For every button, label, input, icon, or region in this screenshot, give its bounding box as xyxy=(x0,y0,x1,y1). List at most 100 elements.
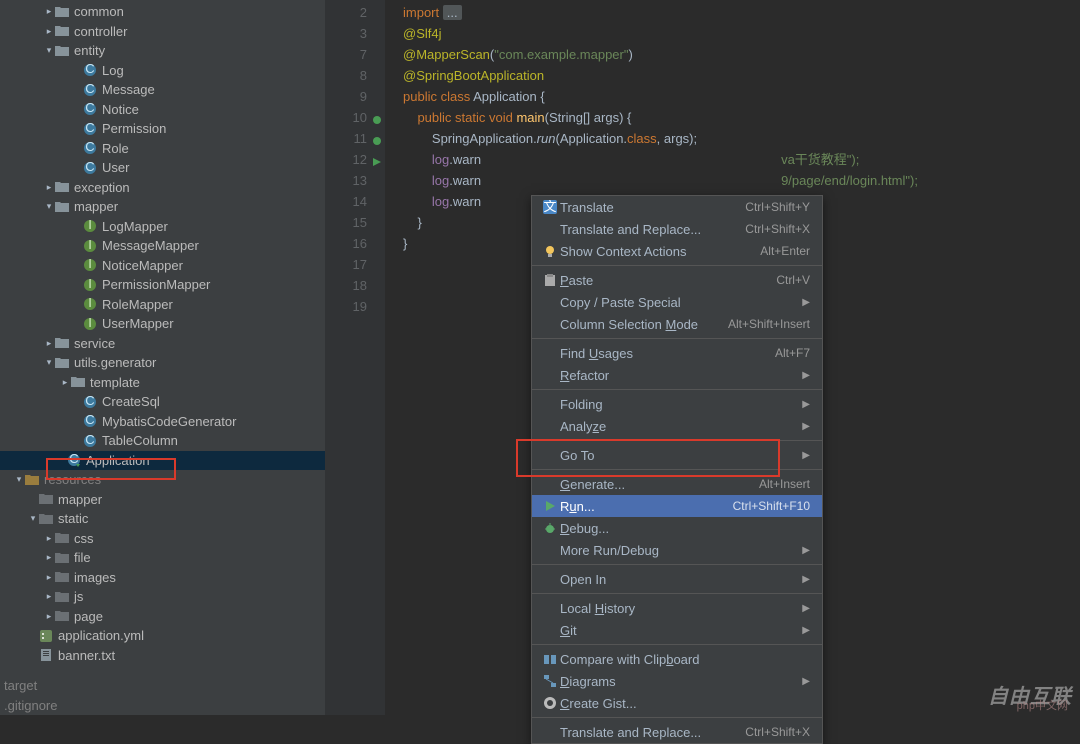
tree-item-common[interactable]: ▸common xyxy=(0,2,325,22)
tree-item-banner-txt[interactable]: banner.txt xyxy=(0,646,325,666)
folder-icon xyxy=(54,179,70,195)
menu-translate[interactable]: 文TranslateCtrl+Shift+Y xyxy=(532,196,822,218)
expand-arrow[interactable]: ▸ xyxy=(44,178,54,198)
menu-run[interactable]: Run...Ctrl+Shift+F10 xyxy=(532,495,822,517)
menu-copy-paste-special[interactable]: Copy / Paste Special▶ xyxy=(532,291,822,313)
svg-text:I: I xyxy=(88,316,92,330)
tree-item-usermapper[interactable]: IUserMapper xyxy=(0,314,325,334)
menu-diagrams[interactable]: Diagrams▶ xyxy=(532,670,822,692)
menu-shortcut: Ctrl+Shift+X xyxy=(745,222,810,236)
tree-item-messagemapper[interactable]: IMessageMapper xyxy=(0,236,325,256)
expand-arrow[interactable]: ▸ xyxy=(44,587,54,607)
expand-arrow[interactable]: ▸ xyxy=(44,568,54,588)
gutter-line: 2 xyxy=(325,2,367,23)
tree-item-log[interactable]: CLog xyxy=(0,61,325,81)
menu-separator xyxy=(532,389,822,390)
tree-item-js[interactable]: ▸ js xyxy=(0,587,325,607)
tree-item-css[interactable]: ▸css xyxy=(0,529,325,549)
gutter-line: 9 xyxy=(325,86,367,107)
menu-shortcut: Alt+F7 xyxy=(775,346,810,360)
tree-item-permissionmapper[interactable]: IPermissionMapper xyxy=(0,275,325,295)
class-c-icon: C xyxy=(82,82,98,98)
svg-text:C: C xyxy=(85,394,94,408)
tree-item-static[interactable]: ▾static xyxy=(0,509,325,529)
tree-item-images[interactable]: ▸ images xyxy=(0,568,325,588)
tree-item-role[interactable]: CRole xyxy=(0,139,325,159)
menu-separator xyxy=(532,564,822,565)
tree-item-permission[interactable]: CPermission xyxy=(0,119,325,139)
menu-analyze[interactable]: Analyze▶ xyxy=(532,415,822,437)
expand-arrow[interactable]: ▸ xyxy=(44,22,54,42)
tree-item-template[interactable]: ▸template xyxy=(0,373,325,393)
expand-arrow[interactable]: ▸ xyxy=(60,373,70,393)
tree-item-file[interactable]: ▸file xyxy=(0,548,325,568)
menu-folding[interactable]: Folding▶ xyxy=(532,393,822,415)
tree-item-service[interactable]: ▸service xyxy=(0,334,325,354)
menu-translate-and-replace[interactable]: Translate and Replace...Ctrl+Shift+X xyxy=(532,721,822,743)
menu-label: Compare with Clipboard xyxy=(560,652,810,667)
menu-find-usages[interactable]: Find UsagesAlt+F7 xyxy=(532,342,822,364)
gutter-line: 17 xyxy=(325,254,367,275)
expand-arrow[interactable]: ▾ xyxy=(44,353,54,373)
menu-open-in[interactable]: Open In▶ xyxy=(532,568,822,590)
menu-label: Translate and Replace... xyxy=(560,725,745,740)
menu-separator xyxy=(532,644,822,645)
expand-arrow[interactable]: ▸ xyxy=(44,529,54,549)
tree-gitignore[interactable]: .gitignore xyxy=(0,696,325,716)
tree-item-entity[interactable]: ▾entity xyxy=(0,41,325,61)
menu-go-to[interactable]: Go To▶ xyxy=(532,444,822,466)
menu-compare-with-clipboard[interactable]: Compare with Clipboard xyxy=(532,648,822,670)
intf-icon: I xyxy=(82,238,98,254)
tree-item-noticemapper[interactable]: INoticeMapper xyxy=(0,256,325,276)
submenu-arrow-icon: ▶ xyxy=(802,421,810,432)
tree-item-resources[interactable]: ▾resources xyxy=(0,470,325,490)
expand-arrow[interactable]: ▾ xyxy=(44,197,54,217)
tree-item-page[interactable]: ▸page xyxy=(0,607,325,627)
expand-arrow[interactable]: ▾ xyxy=(44,41,54,61)
tree-target[interactable]: target xyxy=(0,676,325,696)
tree-item-mapper[interactable]: mapper xyxy=(0,490,325,510)
expand-arrow[interactable]: ▸ xyxy=(44,334,54,354)
tree-label: images xyxy=(74,568,116,588)
menu-debug[interactable]: Debug... xyxy=(532,517,822,539)
menu-shortcut: Alt+Shift+Insert xyxy=(728,317,810,331)
tree-item-mapper[interactable]: ▾mapper xyxy=(0,197,325,217)
expand-arrow[interactable]: ▸ xyxy=(44,548,54,568)
tree-item-message[interactable]: CMessage xyxy=(0,80,325,100)
expand-arrow[interactable]: ▸ xyxy=(44,2,54,22)
tree-item-rolemapper[interactable]: IRoleMapper xyxy=(0,295,325,315)
menu-column-selection-mode[interactable]: Column Selection ModeAlt+Shift+Insert xyxy=(532,313,822,335)
menu-paste[interactable]: PasteCtrl+V xyxy=(532,269,822,291)
menu-label: Create Gist... xyxy=(560,696,810,711)
tree-label: js xyxy=(74,587,83,607)
tree-item-user[interactable]: CUser xyxy=(0,158,325,178)
tree-item-controller[interactable]: ▸controller xyxy=(0,22,325,42)
menu-refactor[interactable]: Refactor▶ xyxy=(532,364,822,386)
code-line: log.warnva干货教程"); xyxy=(403,149,1080,170)
menu-separator xyxy=(532,469,822,470)
tree-item-notice[interactable]: CNotice xyxy=(0,100,325,120)
tree-item-createsql[interactable]: CCreateSql xyxy=(0,392,325,412)
menu-translate-and-replace[interactable]: Translate and Replace...Ctrl+Shift+X xyxy=(532,218,822,240)
menu-create-gist[interactable]: Create Gist... xyxy=(532,692,822,714)
svg-text:C: C xyxy=(85,160,94,174)
menu-local-history[interactable]: Local History▶ xyxy=(532,597,822,619)
expand-arrow[interactable]: ▾ xyxy=(28,509,38,529)
menu-show-context-actions[interactable]: Show Context ActionsAlt+Enter xyxy=(532,240,822,262)
tree-item-tablecolumn[interactable]: CTableColumn xyxy=(0,431,325,451)
expand-arrow[interactable]: ▸ xyxy=(44,607,54,627)
intf-icon: I xyxy=(82,316,98,332)
tree-label: Log xyxy=(102,61,124,81)
menu-more-run-debug[interactable]: More Run/Debug▶ xyxy=(532,539,822,561)
tree-item-application[interactable]: CApplication xyxy=(0,451,325,471)
tree-item-exception[interactable]: ▸exception xyxy=(0,178,325,198)
menu-git[interactable]: Git▶ xyxy=(532,619,822,641)
tree-item-mybatiscodegenerator[interactable]: CMybatisCodeGenerator xyxy=(0,412,325,432)
menu-generate[interactable]: Generate...Alt+Insert xyxy=(532,473,822,495)
gh-icon xyxy=(540,696,560,710)
project-tree[interactable]: ▸common▸controller▾entityCLogCMessageCNo… xyxy=(0,0,325,676)
tree-item-logmapper[interactable]: ILogMapper xyxy=(0,217,325,237)
tree-item-utils-generator[interactable]: ▾utils.generator xyxy=(0,353,325,373)
expand-arrow[interactable]: ▾ xyxy=(14,470,24,490)
tree-item-application-yml[interactable]: application.yml xyxy=(0,626,325,646)
